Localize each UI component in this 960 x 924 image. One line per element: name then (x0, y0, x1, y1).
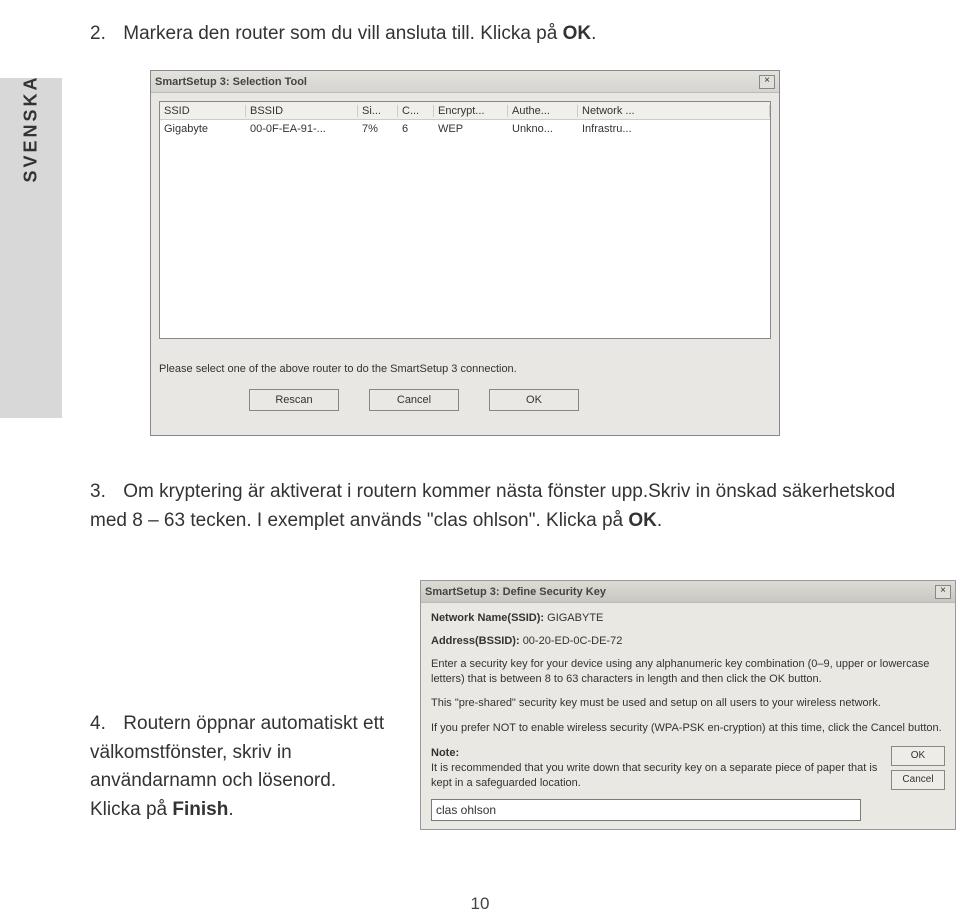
window-titlebar: SmartSetup 3: Selection Tool × (151, 71, 779, 93)
cancel-button[interactable]: Cancel (891, 770, 945, 790)
step-3-number: 3. (90, 478, 118, 507)
cell-signal: 7% (358, 123, 398, 135)
window-body: Network Name(SSID): GIGABYTE Address(BSS… (421, 603, 955, 829)
window-title: SmartSetup 3: Selection Tool (155, 76, 307, 88)
window-titlebar: SmartSetup 3: Define Security Key × (421, 581, 955, 603)
step-4-finish: Finish (172, 799, 228, 820)
step-2-body: Markera den router som du vill ansluta t… (123, 23, 562, 44)
window-body: SSID BSSID Si... C... Encrypt... Authe..… (151, 93, 779, 435)
col-signal[interactable]: Si... (358, 105, 398, 117)
step-2: 2. Markera den router som du vill anslut… (90, 20, 940, 59)
step-4-suffix: . (228, 799, 233, 820)
cell-network: Infrastru... (578, 123, 770, 135)
cell-encrypt: WEP (434, 123, 508, 135)
router-table: SSID BSSID Si... C... Encrypt... Authe..… (159, 101, 771, 339)
window-buttons: Rescan Cancel OK (159, 389, 771, 427)
ssid-label: Network Name(SSID): (431, 612, 544, 624)
step-4-body: Routern öppnar automatiskt ett välkomstf… (90, 713, 384, 820)
cell-auth: Unkno... (508, 123, 578, 135)
cell-channel: 6 (398, 123, 434, 135)
step-2-text: 2. Markera den router som du vill anslut… (90, 20, 940, 49)
bssid-value: 00-20-ED-0C-DE-72 (523, 635, 623, 647)
selection-tool-window: SmartSetup 3: Selection Tool × SSID BSSI… (150, 70, 780, 436)
col-channel[interactable]: C... (398, 105, 434, 117)
security-key-window: SmartSetup 3: Define Security Key × Netw… (420, 580, 956, 830)
table-row[interactable]: Gigabyte 00-0F-EA-91-... 7% 6 WEP Unkno.… (160, 120, 770, 138)
ok-button[interactable]: OK (489, 389, 579, 411)
step-3-suffix: . (657, 510, 662, 531)
step-2-suffix: . (591, 23, 596, 44)
step-4: 4. Routern öppnar automatiskt ett välkom… (90, 710, 390, 834)
step-3-ok: OK (628, 510, 657, 531)
sidebar-language-label: SVENSKA (21, 74, 42, 182)
note-text: It is recommended that you write down th… (431, 761, 883, 791)
instruction-2: This "pre-shared" security key must be u… (431, 696, 945, 711)
bssid-row: Address(BSSID): 00-20-ED-0C-DE-72 (431, 634, 945, 649)
step-3-text: 3. Om kryptering är aktiverat i routern … (90, 478, 920, 535)
step-2-number: 2. (90, 20, 118, 49)
cell-bssid: 00-0F-EA-91-... (246, 123, 358, 135)
ok-button[interactable]: OK (891, 746, 945, 766)
cell-ssid: Gigabyte (160, 123, 246, 135)
instruction-1: Enter a security key for your device usi… (431, 657, 945, 687)
cancel-button[interactable]: Cancel (369, 389, 459, 411)
note-block: Note: It is recommended that you write d… (431, 746, 883, 821)
close-icon[interactable]: × (759, 75, 775, 89)
col-ssid[interactable]: SSID (160, 105, 246, 117)
page-number: 10 (0, 894, 960, 914)
ssid-row: Network Name(SSID): GIGABYTE (431, 611, 945, 626)
step-4-number: 4. (90, 710, 118, 739)
step-4-text: 4. Routern öppnar automatiskt ett välkom… (90, 710, 390, 824)
instruction-3: If you prefer NOT to enable wireless sec… (431, 721, 945, 736)
step-2-ok: OK (563, 23, 592, 44)
col-network[interactable]: Network ... (578, 105, 770, 117)
col-bssid[interactable]: BSSID (246, 105, 358, 117)
step-3-body: Om kryptering är aktiverat i routern kom… (90, 481, 895, 531)
rescan-button[interactable]: Rescan (249, 389, 339, 411)
step-3: 3. Om kryptering är aktiverat i routern … (90, 478, 920, 545)
sidebar-language-tab: SVENSKA (0, 78, 62, 418)
col-encrypt[interactable]: Encrypt... (434, 105, 508, 117)
bssid-label: Address(BSSID): (431, 635, 520, 647)
selection-prompt: Please select one of the above router to… (159, 363, 771, 375)
note-row: Note: It is recommended that you write d… (431, 746, 945, 821)
table-empty-area (160, 138, 770, 338)
side-buttons: OK Cancel (891, 746, 945, 790)
note-label: Note: (431, 746, 883, 761)
table-header-row: SSID BSSID Si... C... Encrypt... Authe..… (160, 102, 770, 120)
security-key-input[interactable]: clas ohlson (431, 799, 861, 821)
window-title: SmartSetup 3: Define Security Key (425, 586, 606, 598)
close-icon[interactable]: × (935, 585, 951, 599)
col-auth[interactable]: Authe... (508, 105, 578, 117)
ssid-value: GIGABYTE (547, 612, 603, 624)
